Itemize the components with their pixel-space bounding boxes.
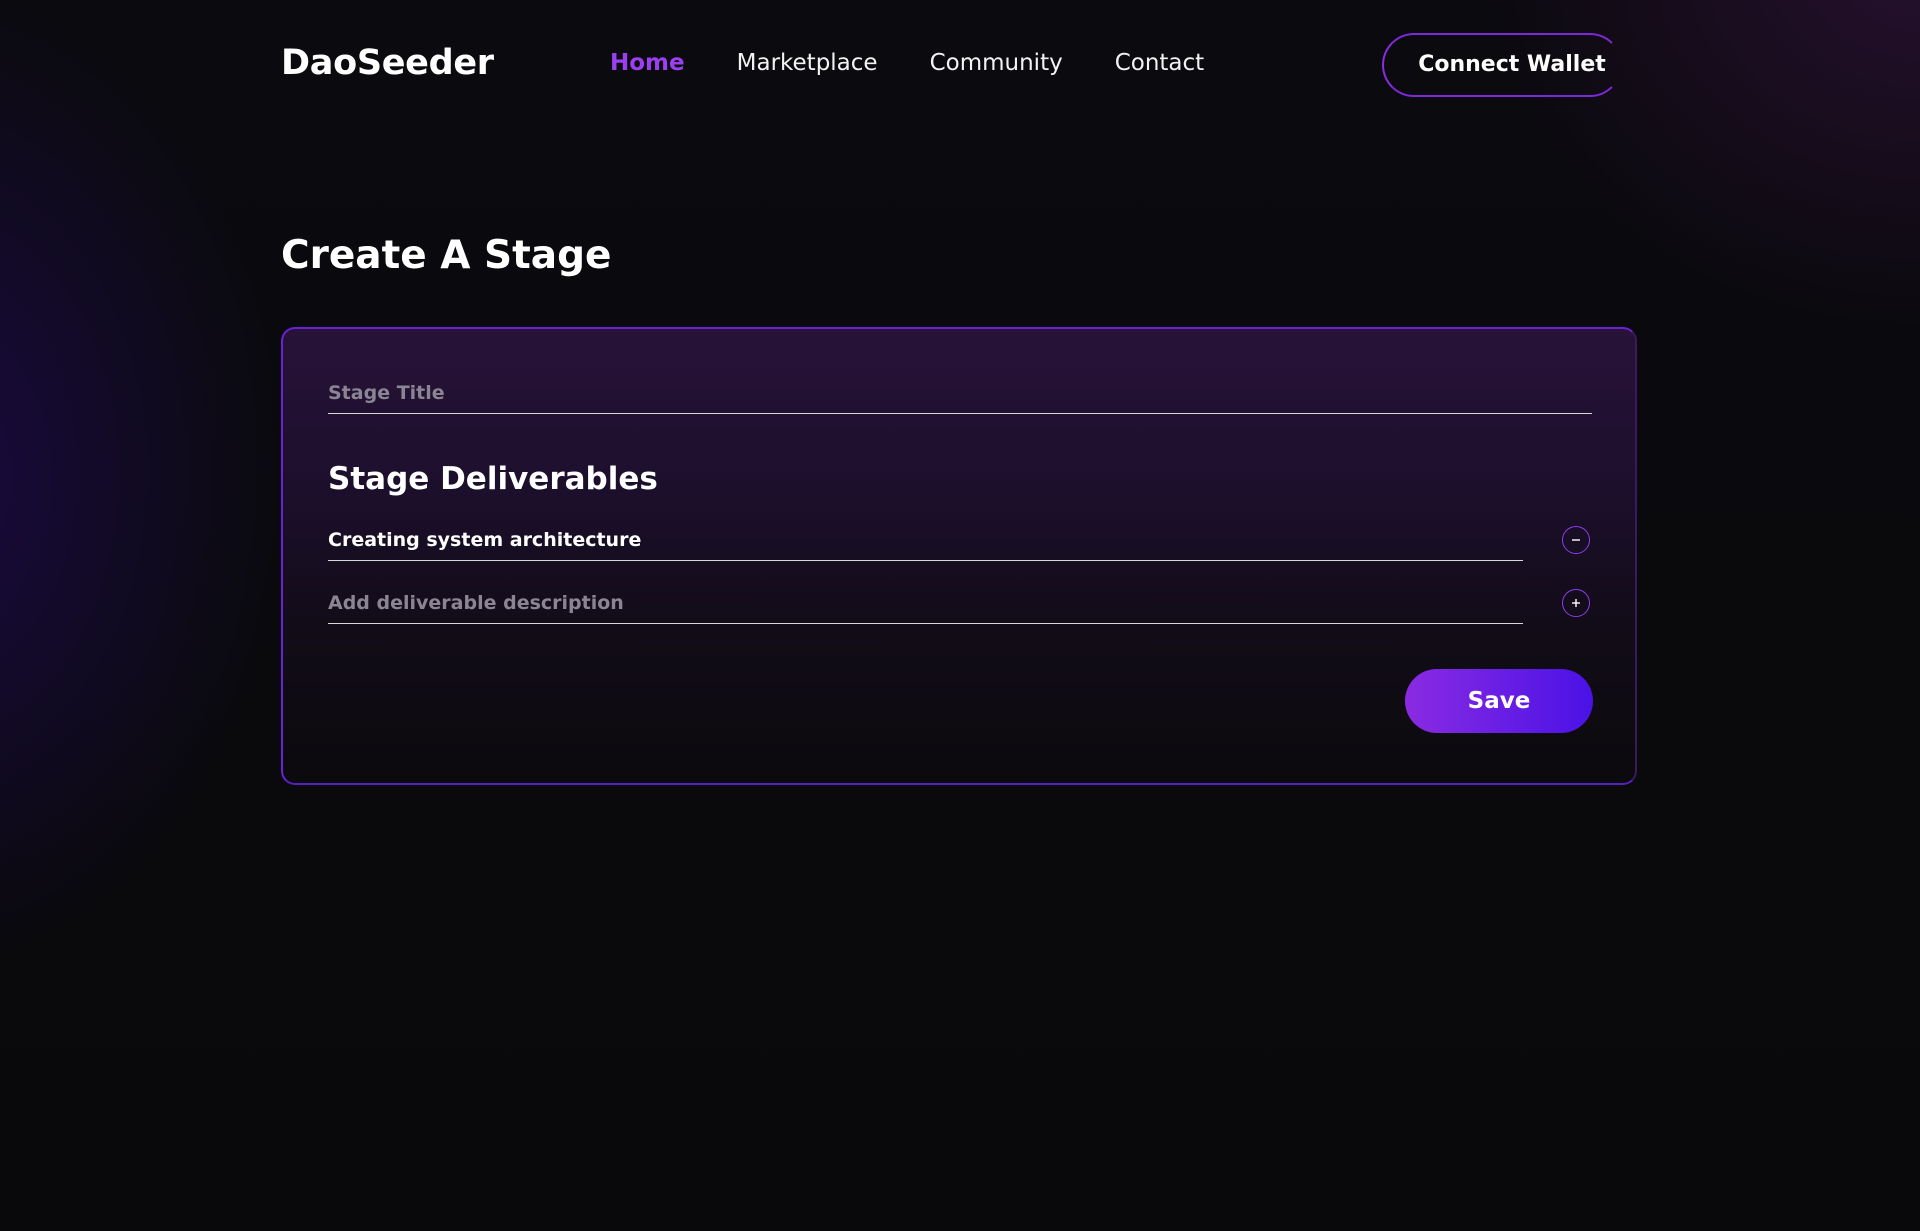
- page: DaoSeeder Home Marketplace Community Con…: [0, 0, 1920, 1231]
- stage-title-input[interactable]: [328, 373, 1592, 413]
- top-nav-bar: DaoSeeder Home Marketplace Community Con…: [281, 31, 1641, 97]
- nav-link-home[interactable]: Home: [610, 50, 685, 76]
- create-stage-form-card: Stage Deliverables Save: [281, 327, 1637, 785]
- nav-link-contact[interactable]: Contact: [1115, 50, 1204, 76]
- remove-deliverable-button[interactable]: [1562, 526, 1590, 554]
- deliverable-row-2: [328, 583, 1523, 624]
- minus-icon: [1572, 539, 1580, 541]
- connect-wallet-button[interactable]: Connect Wallet: [1382, 33, 1622, 97]
- deliverable-row-1: [328, 520, 1523, 561]
- deliverable-input-1[interactable]: [328, 520, 1523, 560]
- nav-link-community[interactable]: Community: [930, 50, 1063, 76]
- deliverables-heading: Stage Deliverables: [328, 461, 658, 497]
- main-nav: Home Marketplace Community Contact: [610, 50, 1256, 76]
- brand-logo[interactable]: DaoSeeder: [281, 43, 494, 83]
- save-button[interactable]: Save: [1405, 669, 1593, 733]
- page-title: Create A Stage: [281, 233, 612, 278]
- deliverable-input-2[interactable]: [328, 583, 1523, 623]
- plus-icon: [1572, 599, 1580, 607]
- add-deliverable-button[interactable]: [1562, 589, 1590, 617]
- nav-link-marketplace[interactable]: Marketplace: [737, 50, 878, 76]
- stage-title-field: [328, 373, 1592, 414]
